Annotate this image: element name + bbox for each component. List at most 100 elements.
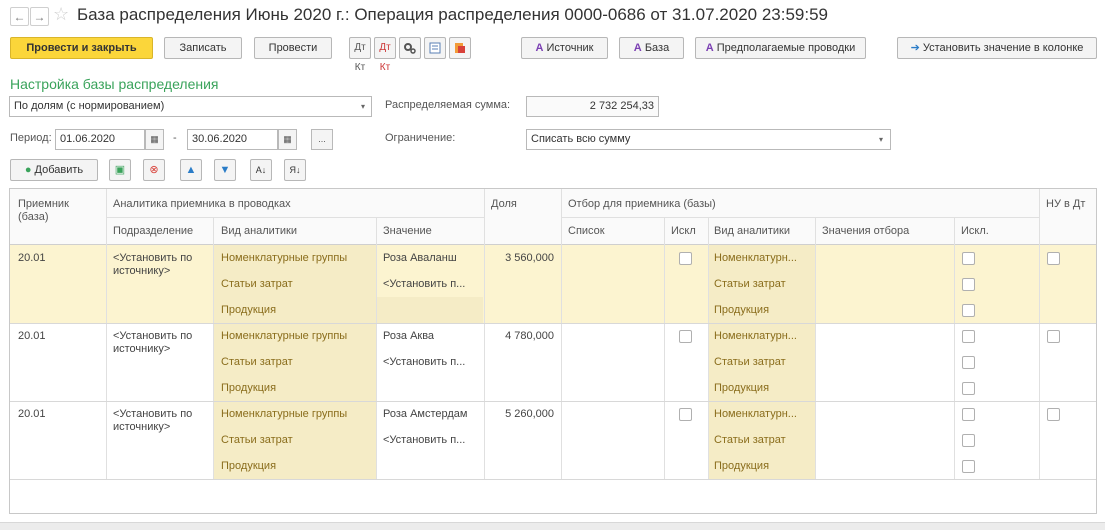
method-select[interactable]: По долям (с нормированием) ▾: [9, 96, 372, 117]
excl2-checkbox[interactable]: [962, 408, 975, 421]
chevron-down-icon[interactable]: ▾: [875, 132, 887, 147]
header-analytics-group: Аналитика приемника в проводках: [113, 198, 291, 210]
settings-gears-icon[interactable]: [399, 37, 421, 59]
analytic-type-cell: Номенклатурные группы: [221, 252, 348, 264]
back-button[interactable]: ←: [10, 7, 29, 26]
filter-type-cell: Статьи затрат: [714, 278, 786, 290]
favorite-star-icon[interactable]: ☆: [53, 4, 69, 25]
analytic-type-cell: Продукция: [221, 460, 277, 472]
dt-kt-report-icon[interactable]: Дт Кт: [349, 37, 371, 73]
chevron-down-icon[interactable]: ▾: [357, 99, 369, 114]
excl-checkbox[interactable]: [679, 330, 692, 343]
excl2-checkbox[interactable]: [962, 460, 975, 473]
period-to-field[interactable]: 30.06.2020: [187, 129, 278, 150]
value-cell[interactable]: Роза Амстердам: [383, 408, 479, 420]
analytic-type-cell: Номенклатурные группы: [221, 408, 348, 420]
limit-label: Ограничение:: [385, 132, 456, 144]
source-button[interactable]: A Источник: [521, 37, 608, 59]
add-label: Добавить: [34, 164, 84, 176]
header-value[interactable]: Значение: [383, 225, 432, 237]
excl-checkbox[interactable]: [679, 252, 692, 265]
excl2-checkbox[interactable]: [962, 382, 975, 395]
header-filter-type[interactable]: Вид аналитики: [714, 225, 790, 237]
excl2-checkbox[interactable]: [962, 278, 975, 291]
sort-ascending-icon[interactable]: А↓: [250, 159, 272, 181]
calendar-icon[interactable]: ▦: [278, 129, 297, 150]
department-cell[interactable]: <Установить по источнику>: [113, 408, 209, 434]
excl2-checkbox[interactable]: [962, 304, 975, 317]
calendar-icon[interactable]: ▦: [145, 129, 164, 150]
excl-checkbox[interactable]: [679, 408, 692, 421]
filter-type-cell: Номенклатурн...: [714, 252, 797, 264]
share-cell[interactable]: 4 780,000: [488, 330, 554, 342]
value-cell[interactable]: Роза Аква: [383, 330, 479, 342]
distributed-sum-label: Распределяемая сумма:: [385, 99, 511, 111]
analytic-type-cell: Продукция: [221, 304, 277, 316]
excl2-checkbox[interactable]: [962, 356, 975, 369]
expected-entries-button[interactable]: A Предполагаемые проводки: [695, 37, 866, 59]
receiver-cell[interactable]: 20.01: [18, 252, 46, 264]
header-nu-dt[interactable]: НУ в Дт: [1046, 198, 1085, 210]
header-share[interactable]: Доля: [491, 198, 517, 210]
set-column-value-button[interactable]: ➔ Установить значение в колонке: [897, 37, 1097, 59]
period-from-field[interactable]: 01.06.2020: [55, 129, 145, 150]
nu-dt-checkbox[interactable]: [1047, 252, 1060, 265]
header-excl[interactable]: Искл: [671, 225, 696, 237]
copy-icon[interactable]: ▣: [109, 159, 131, 181]
move-down-icon[interactable]: ▼: [214, 159, 236, 181]
header-list[interactable]: Список: [568, 225, 605, 237]
delete-icon[interactable]: ⊗: [143, 159, 165, 181]
share-cell[interactable]: 5 260,000: [488, 408, 554, 420]
dt-kt-entries-icon[interactable]: Дт Кт: [374, 37, 396, 73]
receiver-cell[interactable]: 20.01: [18, 330, 46, 342]
value-cell[interactable]: <Установить п...: [383, 434, 479, 446]
section-title: Настройка базы распределения: [10, 76, 219, 92]
header-filter-values[interactable]: Значения отбора: [822, 225, 909, 237]
excl2-checkbox[interactable]: [962, 252, 975, 265]
structure-icon[interactable]: [424, 37, 446, 59]
method-value: По долям (с нормированием): [14, 100, 165, 112]
base-icon: A: [633, 42, 642, 54]
distribution-table[interactable]: Приемник (база) Аналитика приемника в пр…: [9, 188, 1097, 514]
value-cell[interactable]: <Установить п...: [383, 278, 479, 290]
excl2-checkbox[interactable]: [962, 434, 975, 447]
forward-button[interactable]: →: [30, 7, 49, 26]
limit-value: Списать всю сумму: [531, 133, 631, 145]
product-value-bg: [376, 297, 483, 323]
add-button[interactable]: ● Добавить: [10, 159, 98, 181]
excl2-checkbox[interactable]: [962, 330, 975, 343]
arrow-icon: ➔: [910, 42, 920, 54]
header-excl2[interactable]: Искл.: [961, 225, 989, 237]
filter-type-cell: Статьи затрат: [714, 434, 786, 446]
expected-entries-label: Предполагаемые проводки: [716, 42, 856, 54]
receiver-cell[interactable]: 20.01: [18, 408, 46, 420]
header-analytic-type[interactable]: Вид аналитики: [221, 225, 297, 237]
set-column-value-label: Установить значение в колонке: [922, 42, 1084, 54]
department-cell[interactable]: <Установить по источнику>: [113, 252, 209, 278]
nu-dt-checkbox[interactable]: [1047, 408, 1060, 421]
move-up-icon[interactable]: ▲: [180, 159, 202, 181]
post-and-close-button[interactable]: Провести и закрыть: [10, 37, 153, 59]
header-department[interactable]: Подразделение: [113, 225, 193, 237]
limit-select[interactable]: Списать всю сумму ▾: [526, 129, 891, 150]
post-button[interactable]: Провести: [254, 37, 332, 59]
share-cell[interactable]: 3 560,000: [488, 252, 554, 264]
window-title: База распределения Июнь 2020 г.: Операци…: [77, 5, 829, 24]
analytic-type-cell: Продукция: [221, 382, 277, 394]
header-filter-group: Отбор для приемника (базы): [568, 198, 716, 210]
period-select-button[interactable]: ...: [311, 129, 333, 150]
base-button[interactable]: A База: [619, 37, 684, 59]
save-button[interactable]: Записать: [164, 37, 242, 59]
report-color-icon[interactable]: [449, 37, 471, 59]
sort-descending-icon[interactable]: Я↓: [284, 159, 306, 181]
value-cell[interactable]: <Установить п...: [383, 356, 479, 368]
filter-type-cell: Номенклатурн...: [714, 330, 797, 342]
header-receiver[interactable]: Приемник (база): [18, 198, 98, 224]
value-cell[interactable]: Роза Аваланш: [383, 252, 479, 264]
period-label: Период:: [10, 132, 52, 144]
source-icon: A: [535, 42, 544, 54]
period-dash: -: [173, 132, 177, 144]
analytic-type-cell: Статьи затрат: [221, 356, 293, 368]
department-cell[interactable]: <Установить по источнику>: [113, 330, 209, 356]
nu-dt-checkbox[interactable]: [1047, 330, 1060, 343]
